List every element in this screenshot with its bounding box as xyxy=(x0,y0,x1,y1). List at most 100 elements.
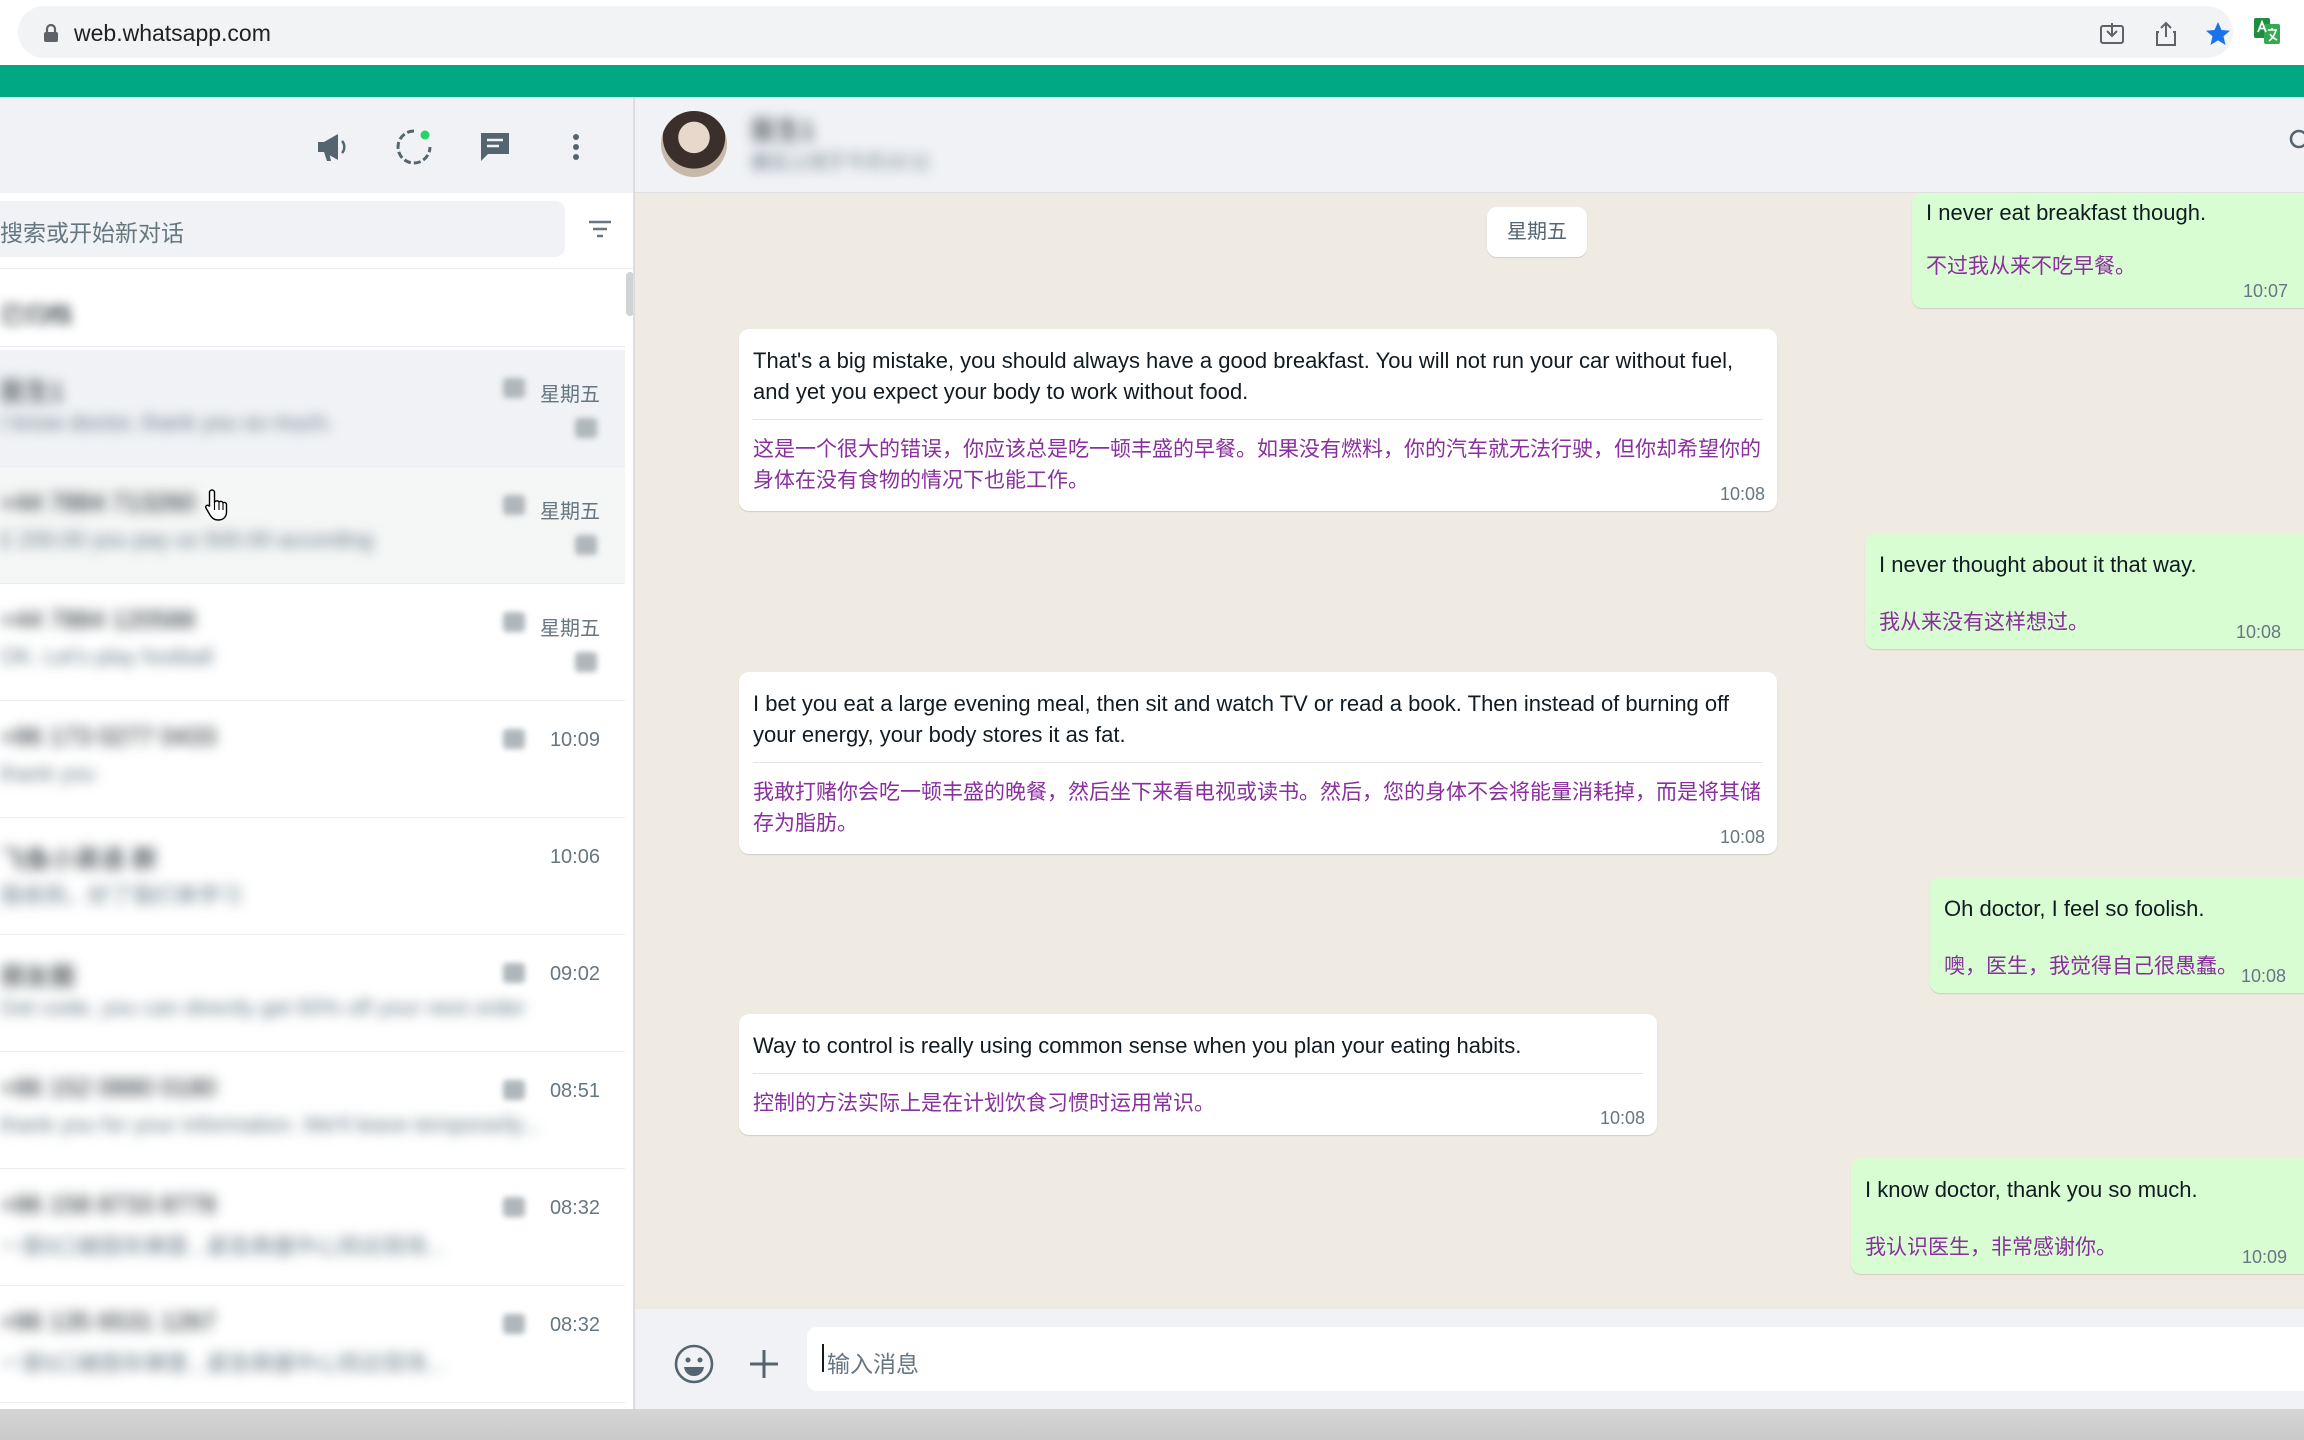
chat-preview: OK. Let's play football xyxy=(0,644,214,669)
chat-preview: thank you xyxy=(0,761,96,786)
chat-time: 10:09 xyxy=(549,729,600,751)
new-chat-icon[interactable] xyxy=(475,127,515,167)
chat-item[interactable]: 朋友圈 Get code, you can directly get 60% o… xyxy=(0,935,625,1052)
message-bubble-incoming[interactable]: That's a big mistake, you should always … xyxy=(739,329,1777,511)
left-header xyxy=(0,97,633,193)
muted-icon xyxy=(503,612,525,632)
menu-kebab-icon[interactable] xyxy=(556,127,596,167)
chat-item[interactable]: +86 152 0880 0180 thank you for your inf… xyxy=(0,1052,625,1169)
chat-item[interactable]: +86 173 0277 0433 thank you 10:09 xyxy=(0,701,625,818)
filter-icon[interactable] xyxy=(586,216,614,242)
message-divider xyxy=(1865,1217,2304,1218)
chat-item[interactable]: +44 7884 713260 £ 200.00 you pay us 500.… xyxy=(0,467,625,584)
chat-list-scrollbar[interactable] xyxy=(626,272,633,316)
message-bubble-outgoing[interactable]: I never eat breakfast though. 不过我从来不吃早餐。… xyxy=(1912,193,2304,308)
date-chip: 星期五 xyxy=(1487,207,1587,257)
message-bubble-outgoing[interactable]: I never thought about it that way. 我从来没有… xyxy=(1865,533,2304,649)
muted-icon xyxy=(503,495,525,515)
chat-item[interactable]: +44 7884 120588 OK. Let's play football … xyxy=(0,584,625,701)
translate-extension-icon[interactable] xyxy=(2252,16,2282,46)
message-time: 10:09 xyxy=(2241,1247,2287,1267)
conversation-header[interactable]: 医生1 最后上线于今天10:11 xyxy=(635,97,2304,193)
message-translation: 这是一个很大的错误，你应该总是吃一顿丰盛的早餐。如果没有燃料，你的汽车就无法行驶… xyxy=(753,438,1761,492)
emoji-icon[interactable] xyxy=(673,1343,715,1385)
chat-time: 星期五 xyxy=(540,384,600,406)
conversation-panel: 医生1 最后上线于今天10:11 星期五 I never eat breakfa… xyxy=(635,97,2304,1409)
chat-time: 08:32 xyxy=(549,1197,600,1219)
chat-time: 09:02 xyxy=(549,963,600,985)
contact-avatar[interactable] xyxy=(661,111,727,177)
chat-name: +44 7884 120588 xyxy=(0,606,196,634)
archived-label: 已归档 xyxy=(0,302,72,329)
message-divider xyxy=(1879,592,2304,593)
muted-icon xyxy=(503,1080,525,1100)
message-bubble-outgoing[interactable]: I know doctor, thank you so much. 我认识医生，… xyxy=(1851,1158,2304,1274)
chat-time: 10:06 xyxy=(549,846,600,868)
chat-time: 星期五 xyxy=(540,618,600,640)
message-translation: 控制的方法实际上是在计划饮食习惯时运用常识。 xyxy=(753,1092,1215,1115)
contact-name: 医生1 xyxy=(751,117,815,145)
message-text: Oh doctor, I feel so foolish. xyxy=(1944,896,2205,921)
chat-item[interactable]: 飞鱼小英语 群 我收到，好了我们来学习 10:06 xyxy=(0,818,625,935)
attach-plus-icon[interactable] xyxy=(745,1345,783,1383)
hand-cursor-icon xyxy=(205,489,228,521)
message-bubble-incoming[interactable]: Way to control is really using common se… xyxy=(739,1014,1657,1135)
chat-preview: £ 200.00 you pay us 500.00 according xyxy=(0,527,374,552)
chat-preview: Get code, you can directly get 60% off y… xyxy=(0,995,526,1020)
chat-preview: I know doctor, thank you so much. xyxy=(0,410,333,435)
muted-icon xyxy=(503,963,525,983)
chat-item[interactable]: +86 135 6531 1267 一家6口被困车辆里...紧急救援中心到达现场… xyxy=(0,1286,625,1403)
chat-name: 朋友圈 xyxy=(0,963,76,991)
chat-name: +86 135 6531 1267 xyxy=(0,1308,217,1336)
muted-icon xyxy=(503,1314,525,1334)
pin-icon xyxy=(575,535,597,555)
app-top-strip xyxy=(0,65,2304,97)
message-time: 10:08 xyxy=(2235,622,2281,642)
message-divider xyxy=(753,419,1763,420)
message-bubble-incoming[interactable]: I bet you eat a large evening meal, then… xyxy=(739,672,1777,854)
message-divider xyxy=(1944,936,2304,937)
chat-preview: 我收到，好了我们来学习 xyxy=(0,883,243,908)
contact-status: 最后上线于今天10:11 xyxy=(751,152,931,173)
message-time: 10:08 xyxy=(2240,966,2286,986)
message-bubble-outgoing[interactable]: Oh doctor, I feel so foolish. 噢，医生，我觉得自己… xyxy=(1930,877,2304,993)
chat-name: 医生1 xyxy=(0,378,64,406)
archived-row[interactable]: 已归档 xyxy=(0,269,625,347)
muted-icon xyxy=(503,729,525,749)
message-composer: 输入消息 xyxy=(635,1309,2304,1409)
message-translation: 我认识医生，非常感谢你。 xyxy=(1865,1236,2117,1259)
chat-item[interactable]: +86 158 8733 8778 一家6口被困车辆里...紧急救援中心到达现场… xyxy=(0,1169,625,1286)
chat-name: +86 173 0277 0433 xyxy=(0,723,217,751)
text-caret xyxy=(822,1344,824,1372)
browser-toolbar: web.whatsapp.com xyxy=(0,0,2304,65)
message-input-placeholder: 输入消息 xyxy=(827,1351,919,1377)
lock-icon xyxy=(44,23,58,42)
share-icon[interactable] xyxy=(2152,20,2180,48)
message-text: I never eat breakfast though. xyxy=(1926,200,2207,225)
chat-time: 星期五 xyxy=(540,501,600,523)
message-text: I never thought about it that way. xyxy=(1879,552,2197,577)
chat-time: 08:51 xyxy=(549,1080,600,1102)
chat-time: 08:32 xyxy=(549,1314,600,1336)
message-text: I know doctor, thank you so much. xyxy=(1865,1177,2198,1202)
message-translation: 不过我从来不吃早餐。 xyxy=(1926,255,2136,278)
message-text: That's a big mistake, you should always … xyxy=(753,348,1734,404)
channels-megaphone-icon[interactable] xyxy=(312,127,352,167)
install-app-icon[interactable] xyxy=(2098,20,2126,48)
pin-icon xyxy=(575,652,597,672)
chat-item[interactable]: 医生1 I know doctor, thank you so much. 星期… xyxy=(0,350,625,467)
chat-name: +44 7884 713260 xyxy=(0,489,196,517)
chat-name: +86 158 8733 8778 xyxy=(0,1191,217,1219)
pin-icon xyxy=(575,418,597,438)
chat-preview: thank you for your information. We'll le… xyxy=(0,1112,541,1137)
status-icon[interactable] xyxy=(394,127,434,167)
message-input[interactable]: 输入消息 xyxy=(807,1327,2304,1391)
message-translation: 我敢打赌你会吃一顿丰盛的晚餐，然后坐下来看电视或读书。然后，您的身体不会将能量消… xyxy=(753,781,1761,835)
address-bar[interactable]: web.whatsapp.com xyxy=(18,6,2233,58)
bookmark-star-icon[interactable] xyxy=(2204,20,2232,48)
chat-preview: 一家6口被困车辆里...紧急救援中心到达现场... xyxy=(0,1234,445,1259)
search-icon[interactable] xyxy=(2287,127,2304,157)
message-time: 10:08 xyxy=(1719,827,1765,847)
message-text: I bet you eat a large evening meal, then… xyxy=(753,691,1729,747)
chat-name: +86 152 0880 0180 xyxy=(0,1074,217,1102)
